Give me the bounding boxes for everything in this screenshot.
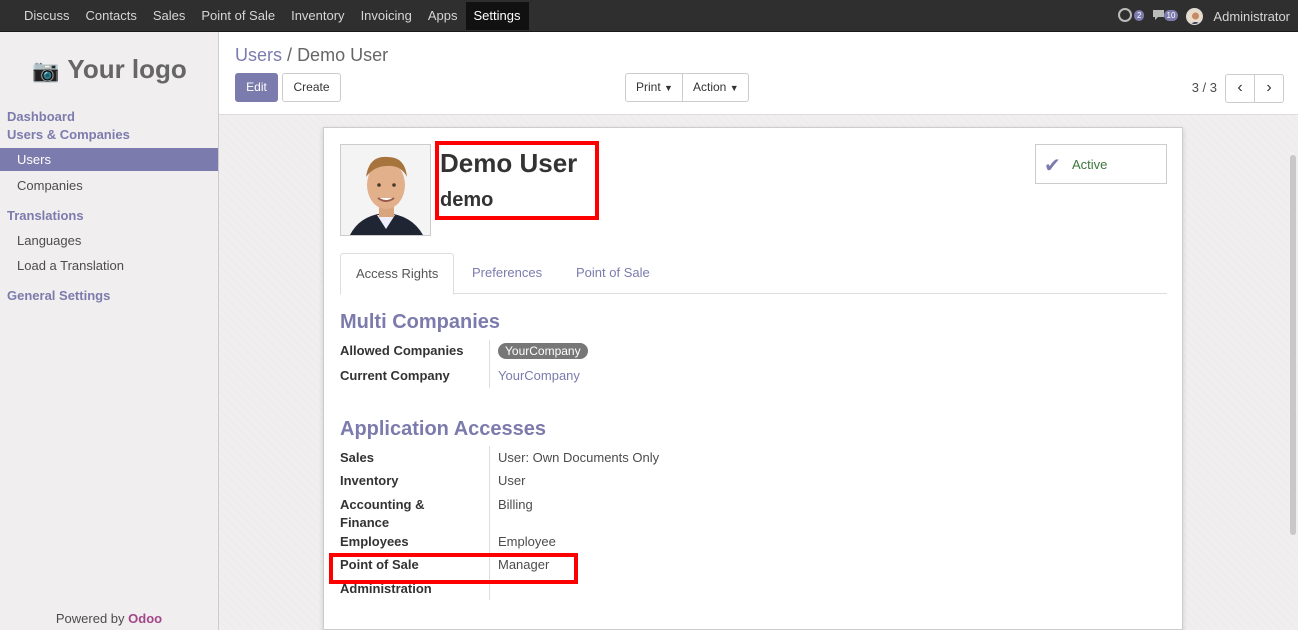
field-value-current-company[interactable]: YourCompany <box>498 367 580 385</box>
user-photo[interactable] <box>340 144 431 236</box>
breadcrumb: Users / Demo User <box>235 45 388 66</box>
field-label-employees: Employees <box>340 534 409 549</box>
chat-count-badge: 2 <box>1133 10 1145 21</box>
user-menu[interactable]: Administrator <box>1213 9 1290 24</box>
company-tag[interactable]: YourCompany <box>498 343 588 359</box>
sidebar: 📷 Your logo Dashboard Users & Companies U… <box>0 32 219 630</box>
group-title-application-accesses: Application Accesses <box>340 418 547 440</box>
powered-by: Powered by Odoo <box>0 611 218 626</box>
pager-value[interactable]: 3 / 3 <box>1192 80 1217 95</box>
app-point-of-sale[interactable]: Point of Sale <box>193 0 283 32</box>
app-invoicing[interactable]: Invoicing <box>353 0 420 32</box>
sidebar-section-translations[interactable]: Translations <box>7 208 84 223</box>
sidebar-item-users[interactable]: Users <box>0 148 218 171</box>
scrollbar[interactable] <box>1290 155 1296 535</box>
sidebar-item-companies[interactable]: Companies <box>0 174 218 197</box>
tab-access-rights[interactable]: Access Rights <box>340 253 455 295</box>
field-label-inventory: Inventory <box>340 473 399 488</box>
sidebar-item-languages[interactable]: Languages <box>0 229 218 252</box>
app-contacts[interactable]: Contacts <box>78 0 145 32</box>
app-inventory[interactable]: Inventory <box>283 0 352 32</box>
chevron-left-icon[interactable]: ‹ <box>1225 74 1255 103</box>
app-apps[interactable]: Apps <box>420 0 466 32</box>
field-label-allowed-companies: Allowed Companies <box>340 343 464 358</box>
sidebar-section-general-settings[interactable]: General Settings <box>7 288 110 303</box>
active-toggle-button[interactable]: ✔ Active <box>1035 144 1167 184</box>
app-discuss[interactable]: Discuss <box>16 0 78 32</box>
caret-down-icon: ▼ <box>664 83 673 93</box>
top-navbar: Discuss Contacts Sales Point of Sale Inv… <box>0 0 1298 32</box>
odoo-link[interactable]: Odoo <box>128 611 162 626</box>
breadcrumb-current: Demo User <box>297 45 389 65</box>
field-value-accounting[interactable]: Billing <box>498 496 533 514</box>
messages-icon[interactable]: 10 <box>1152 8 1179 24</box>
field-value-inventory[interactable]: User <box>498 472 525 490</box>
breadcrumb-users[interactable]: Users <box>235 45 282 65</box>
chevron-right-icon[interactable]: › <box>1254 74 1284 103</box>
field-label-current-company: Current Company <box>340 368 450 383</box>
control-panel: Users / Demo User Edit Create Print ▼ Ac… <box>219 32 1298 115</box>
edit-button[interactable]: Edit <box>235 73 278 102</box>
check-icon: ✔ <box>1044 155 1061 177</box>
company-logo[interactable]: 📷 Your logo <box>32 54 187 85</box>
highlight-box-point-of-sale <box>329 553 578 584</box>
sidebar-item-load-translation[interactable]: Load a Translation <box>0 254 218 277</box>
form-view-background: Demo User demo ✔ Active Access Rights Pr… <box>219 115 1298 630</box>
action-dropdown[interactable]: Action ▼ <box>682 73 749 102</box>
tab-preferences[interactable]: Preferences <box>457 253 557 294</box>
tab-point-of-sale[interactable]: Point of Sale <box>561 253 665 294</box>
notebook-tabs: Access Rights Preferences Point of Sale <box>340 253 1167 295</box>
divider <box>489 340 490 388</box>
sidebar-section-users-companies[interactable]: Users & Companies <box>7 127 130 142</box>
logo-text: Your logo <box>67 54 187 84</box>
caret-down-icon: ▼ <box>729 83 739 93</box>
chat-icon[interactable]: 2 <box>1118 8 1145 24</box>
field-label-finance: Finance <box>340 515 390 530</box>
field-value-allowed-companies[interactable]: YourCompany <box>498 342 588 360</box>
print-dropdown[interactable]: Print ▼ <box>625 73 683 102</box>
action-label: Action <box>693 80 727 94</box>
breadcrumb-separator: / <box>287 45 293 65</box>
systray: 2 10 Administrator <box>1118 0 1290 32</box>
sidebar-section-dashboard[interactable]: Dashboard <box>7 109 75 124</box>
field-label-sales: Sales <box>340 450 374 465</box>
field-value-sales[interactable]: User: Own Documents Only <box>498 449 659 467</box>
group-title-multi-companies: Multi Companies <box>340 311 501 333</box>
app-menu: Discuss Contacts Sales Point of Sale Inv… <box>16 0 529 32</box>
powered-by-text: Powered by <box>55 611 125 626</box>
message-count-badge: 10 <box>1163 10 1179 21</box>
create-button[interactable]: Create <box>282 73 341 102</box>
app-sales[interactable]: Sales <box>145 0 194 32</box>
active-label: Active <box>1072 157 1108 172</box>
field-value-employees[interactable]: Employee <box>498 533 556 551</box>
highlight-box-name <box>435 141 599 220</box>
user-avatar[interactable] <box>1186 7 1204 25</box>
field-label-accounting: Accounting & <box>340 497 425 512</box>
app-settings[interactable]: Settings <box>465 2 529 30</box>
camera-icon: 📷 <box>32 58 60 83</box>
form-sheet: Demo User demo ✔ Active Access Rights Pr… <box>323 127 1183 630</box>
print-label: Print <box>636 80 661 94</box>
